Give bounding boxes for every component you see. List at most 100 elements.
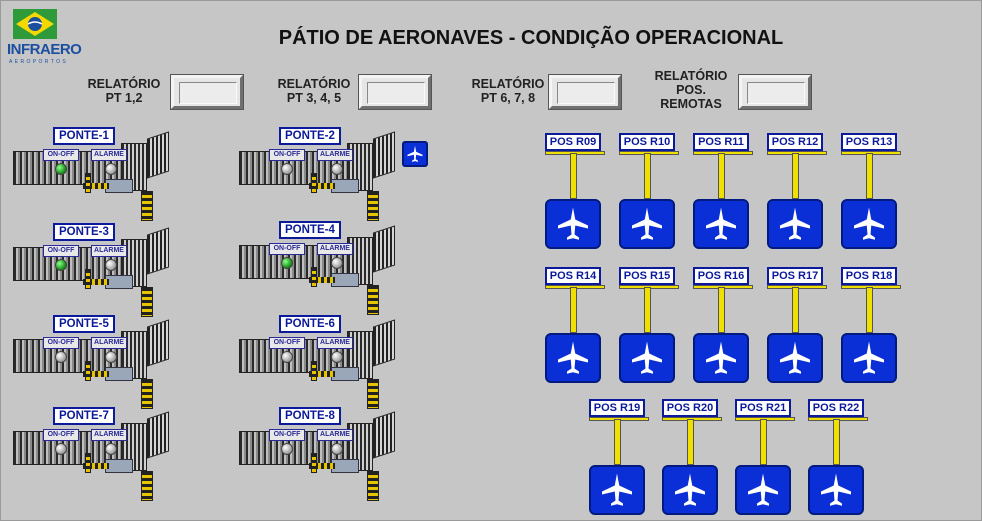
bridge-support <box>141 287 153 317</box>
bridge-title[interactable]: PONTE-7 <box>53 407 115 425</box>
boarding-bridge[interactable]: PONTE-3 ON-OFF ALARME <box>13 223 188 323</box>
remote-position-label[interactable]: POS R10 <box>619 133 675 151</box>
boarding-bridge[interactable]: PONTE-4 ON-OFF ALARME <box>239 221 414 321</box>
bridge-support <box>85 173 91 193</box>
remote-position[interactable]: POS R16 <box>693 267 753 383</box>
status-led <box>281 257 293 269</box>
bridge-title[interactable]: PONTE-2 <box>279 127 341 145</box>
airplane-icon[interactable] <box>841 333 897 383</box>
report-label-line: PT 1,2 <box>105 91 143 105</box>
bridge-support <box>141 191 153 221</box>
alarm-led <box>331 163 343 175</box>
airplane-icon[interactable] <box>545 199 601 249</box>
bridge-platform <box>331 273 359 287</box>
airplane-icon[interactable] <box>693 199 749 249</box>
remote-position-label[interactable]: POS R17 <box>767 267 823 285</box>
position-stem <box>792 287 799 333</box>
boarding-bridge[interactable]: PONTE-2 ON-OFF ALARME <box>239 127 414 227</box>
airplane-icon[interactable] <box>693 333 749 383</box>
report-button-pt345[interactable] <box>359 75 431 109</box>
remote-position-label[interactable]: POS R14 <box>545 267 601 285</box>
position-stem <box>718 153 725 199</box>
remote-position-label[interactable]: POS R22 <box>808 399 864 417</box>
airplane-icon[interactable] <box>589 465 645 515</box>
boarding-bridge[interactable]: PONTE-6 ON-OFF ALARME <box>239 315 414 415</box>
bridge-platform <box>331 459 359 473</box>
remote-position[interactable]: POS R20 <box>662 399 722 515</box>
alarm-label: ALARME <box>317 337 353 349</box>
remote-position-label[interactable]: POS R18 <box>841 267 897 285</box>
boarding-bridge[interactable]: PONTE-5 ON-OFF ALARME <box>13 315 188 415</box>
bridge-support <box>85 269 91 289</box>
bridge-support <box>367 379 379 409</box>
bridge-title[interactable]: PONTE-1 <box>53 127 115 145</box>
boarding-bridge[interactable]: PONTE-1 ON-OFF ALARME <box>13 127 188 227</box>
alarm-label: ALARME <box>317 429 353 441</box>
airplane-icon[interactable] <box>662 465 718 515</box>
remote-position[interactable]: POS R19 <box>589 399 649 515</box>
bridge-title[interactable]: PONTE-8 <box>279 407 341 425</box>
bridge-support <box>367 191 379 221</box>
status-led <box>55 443 67 455</box>
remote-position-label[interactable]: POS R20 <box>662 399 718 417</box>
airplane-icon[interactable] <box>808 465 864 515</box>
bridge-rotunda <box>147 319 169 367</box>
report-button-pt12[interactable] <box>171 75 243 109</box>
airplane-icon[interactable] <box>402 141 428 167</box>
alarm-led <box>105 443 117 455</box>
remote-position[interactable]: POS R13 <box>841 133 901 249</box>
position-stem <box>644 287 651 333</box>
remote-position[interactable]: POS R11 <box>693 133 753 249</box>
report-button-pt678[interactable] <box>549 75 621 109</box>
alarm-label: ALARME <box>91 149 127 161</box>
bridge-support <box>367 471 379 501</box>
remote-position-label[interactable]: POS R12 <box>767 133 823 151</box>
airplane-icon[interactable] <box>735 465 791 515</box>
remote-position[interactable]: POS R22 <box>808 399 868 515</box>
airplane-icon[interactable] <box>841 199 897 249</box>
bridge-title[interactable]: PONTE-6 <box>279 315 341 333</box>
bridge-support <box>311 267 317 287</box>
remote-position[interactable]: POS R10 <box>619 133 679 249</box>
airplane-icon[interactable] <box>767 333 823 383</box>
airplane-icon[interactable] <box>767 199 823 249</box>
logo-text: INFRAERO <box>7 41 82 58</box>
remote-position[interactable]: POS R21 <box>735 399 795 515</box>
remote-position[interactable]: POS R09 <box>545 133 605 249</box>
bridge-platform <box>105 459 133 473</box>
airplane-icon[interactable] <box>619 333 675 383</box>
remote-position-label[interactable]: POS R15 <box>619 267 675 285</box>
remote-position[interactable]: POS R15 <box>619 267 679 383</box>
position-stem <box>718 287 725 333</box>
on-off-label: ON-OFF <box>269 337 305 349</box>
report-label-line: RELATÓRIO <box>654 69 728 83</box>
remote-position-label[interactable]: POS R19 <box>589 399 645 417</box>
remote-position-label[interactable]: POS R09 <box>545 133 601 151</box>
bridge-rotunda <box>147 227 169 275</box>
remote-position[interactable]: POS R17 <box>767 267 827 383</box>
on-off-label: ON-OFF <box>43 429 79 441</box>
bridge-title[interactable]: PONTE-5 <box>53 315 115 333</box>
report-label-line: PT 6, 7, 8 <box>480 91 536 105</box>
remote-position-label[interactable]: POS R21 <box>735 399 791 417</box>
boarding-bridge[interactable]: PONTE-7 ON-OFF ALARME <box>13 407 188 507</box>
boarding-bridge[interactable]: PONTE-8 ON-OFF ALARME <box>239 407 414 507</box>
bridge-support <box>141 379 153 409</box>
airplane-icon[interactable] <box>619 199 675 249</box>
remote-position-label[interactable]: POS R13 <box>841 133 897 151</box>
alarm-led <box>105 259 117 271</box>
report-label-line: POS. <box>676 83 706 97</box>
remote-position[interactable]: POS R12 <box>767 133 827 249</box>
bridge-title[interactable]: PONTE-4 <box>279 221 341 239</box>
airplane-icon[interactable] <box>545 333 601 383</box>
alarm-label: ALARME <box>91 429 127 441</box>
remote-position[interactable]: POS R14 <box>545 267 605 383</box>
bridge-support <box>141 471 153 501</box>
bridge-title[interactable]: PONTE-3 <box>53 223 115 241</box>
bridge-rotunda <box>373 131 395 179</box>
remote-position-label[interactable]: POS R11 <box>693 133 749 151</box>
remote-position-label[interactable]: POS R16 <box>693 267 749 285</box>
remote-position[interactable]: POS R18 <box>841 267 901 383</box>
position-stem <box>833 419 840 465</box>
report-button-remote[interactable] <box>739 75 811 109</box>
